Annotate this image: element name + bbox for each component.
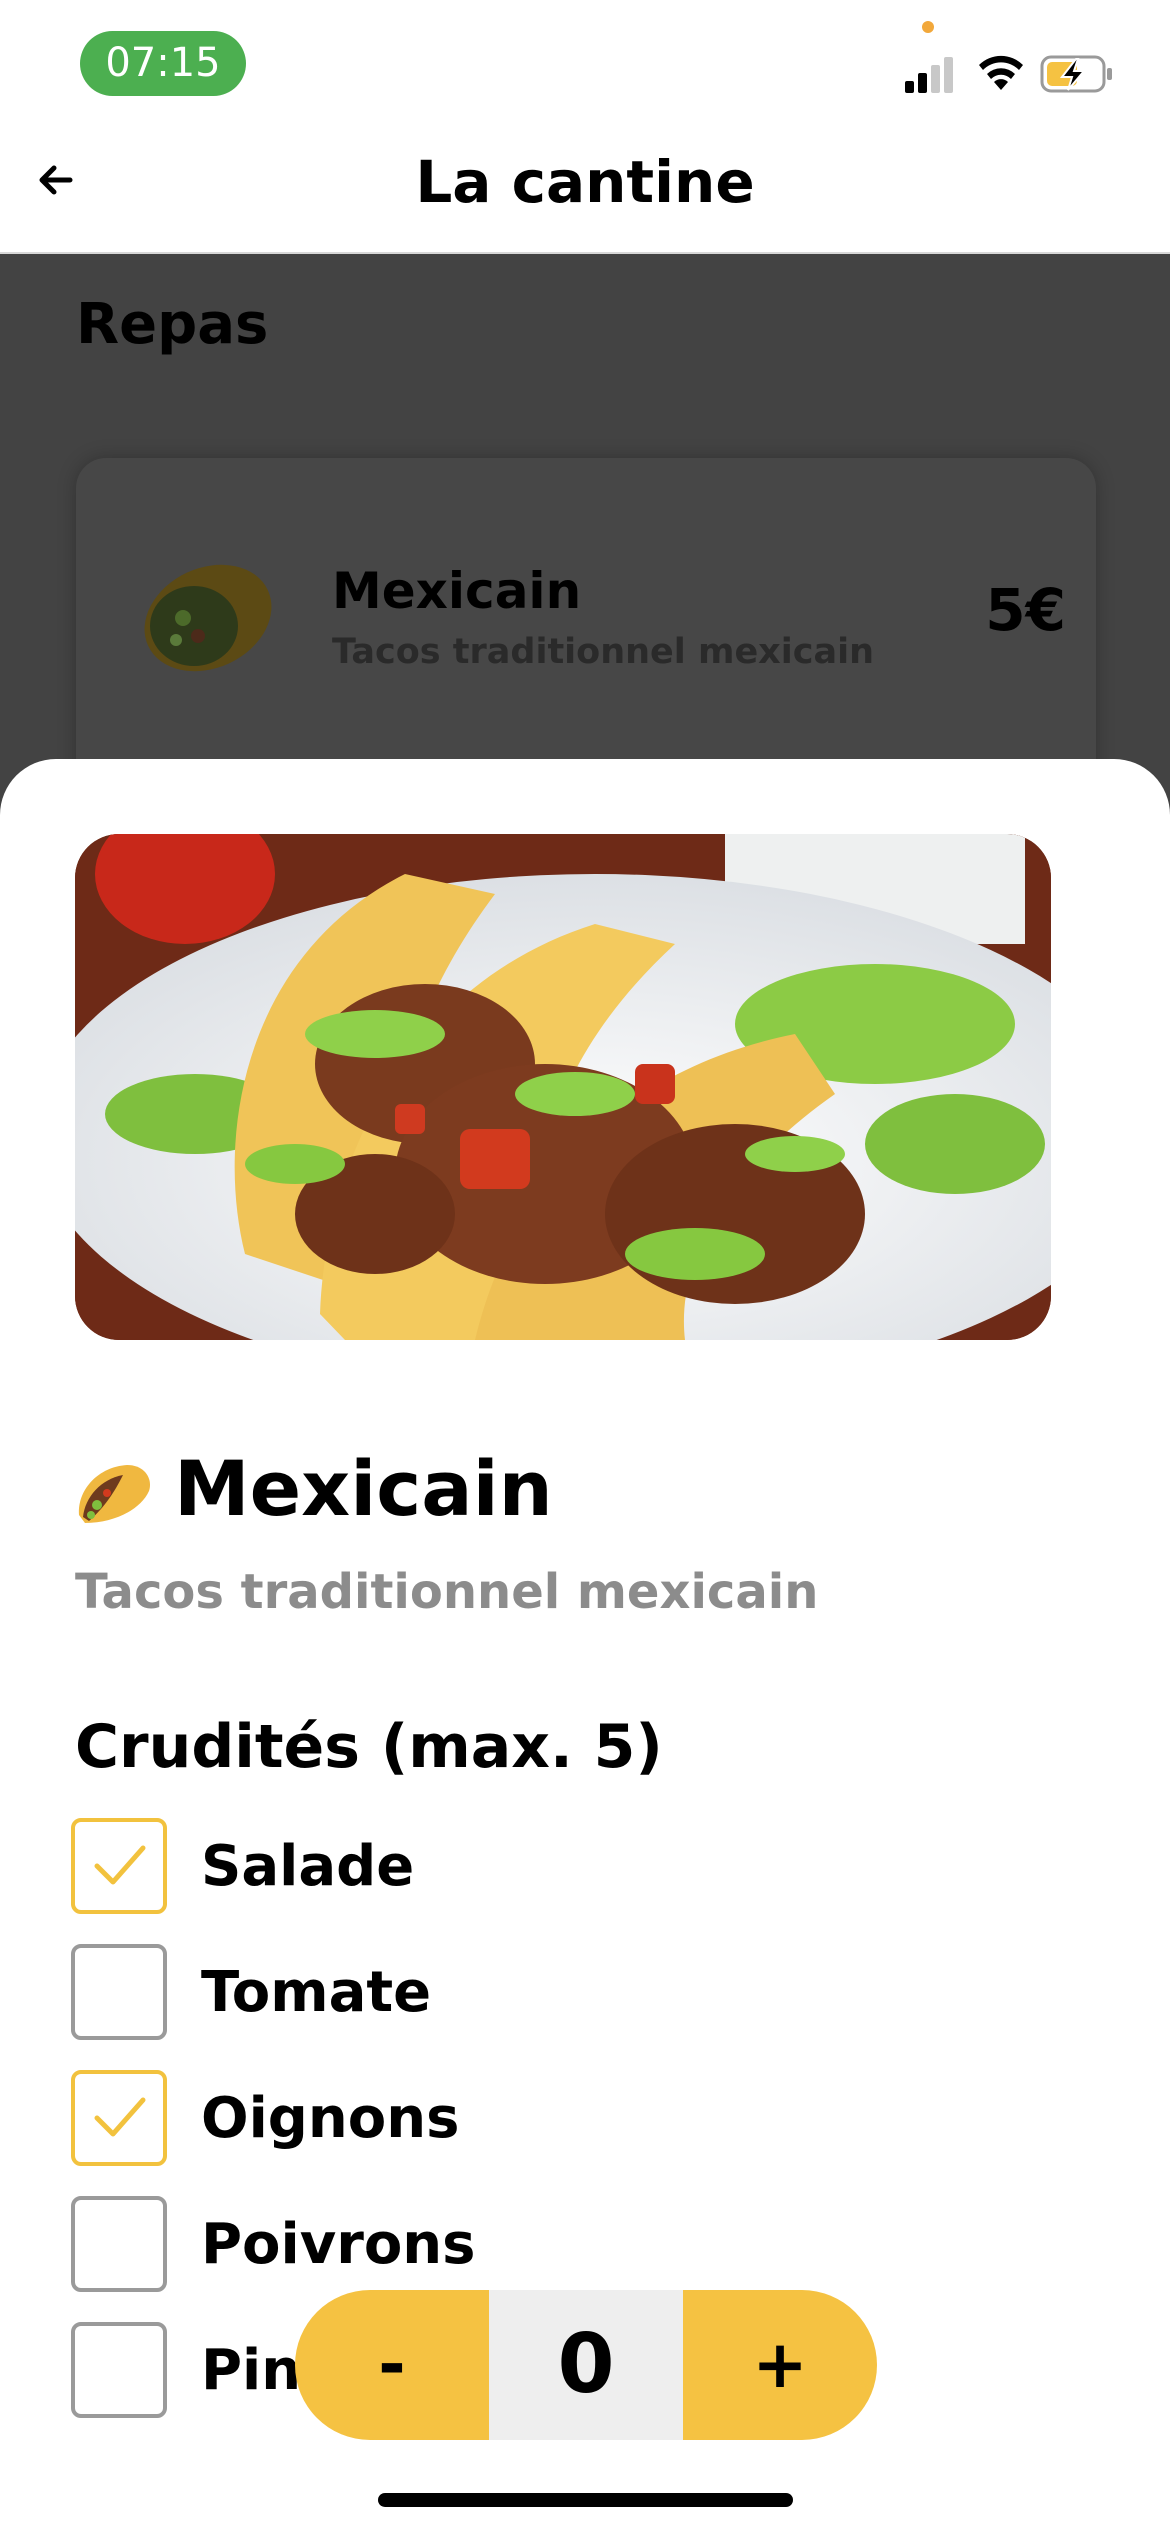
- checkmark-icon: [94, 1845, 146, 1885]
- product-description: Tacos traditionnel mexicain: [75, 1564, 819, 1620]
- quantity-value: 0: [489, 2290, 683, 2440]
- quantity-stepper: - 0 +: [295, 2290, 877, 2440]
- option-tomate[interactable]: Tomate: [71, 1944, 771, 2044]
- taco-icon: [78, 1465, 151, 1523]
- meal-description: Tacos traditionnel mexicain: [332, 632, 875, 672]
- status-bar: 07:15: [0, 0, 1170, 120]
- product-bottom-sheet: Mexicain Tacos traditionnel mexicain Cru…: [0, 759, 1170, 2532]
- privacy-indicator-dot: [922, 21, 934, 33]
- wifi-icon: [979, 55, 1023, 90]
- option-label: Oignons: [201, 2086, 460, 2151]
- decrement-button[interactable]: -: [295, 2290, 489, 2440]
- home-indicator[interactable]: [378, 2493, 793, 2507]
- option-group-title: Crudités (max. 5): [75, 1712, 663, 1782]
- battery-charging-icon: [1040, 55, 1112, 93]
- option-label: Pin: [201, 2338, 302, 2403]
- section-title: Repas: [76, 292, 269, 357]
- product-title: Mexicain: [174, 1444, 553, 1533]
- checkbox-tomate[interactable]: [71, 1944, 167, 2040]
- option-salade[interactable]: Salade: [71, 1818, 771, 1918]
- checkbox-oignons[interactable]: [71, 2070, 167, 2166]
- checkbox-pin[interactable]: [71, 2322, 167, 2418]
- checkmark-icon: [94, 2097, 146, 2137]
- increment-button[interactable]: +: [683, 2290, 877, 2440]
- product-photo: [75, 834, 1051, 1340]
- option-label: Poivrons: [201, 2212, 476, 2277]
- option-poivrons[interactable]: Poivrons: [71, 2196, 771, 2296]
- option-label: Tomate: [201, 1960, 432, 2025]
- option-label: Salade: [201, 1834, 415, 1899]
- page-title: La cantine: [415, 148, 755, 216]
- checkbox-poivrons[interactable]: [71, 2196, 167, 2292]
- checkbox-salade[interactable]: [71, 1818, 167, 1914]
- status-time: 07:15: [80, 31, 246, 96]
- meal-price: 5€: [985, 576, 1066, 644]
- taco-thumbnail: [144, 564, 272, 672]
- option-oignons[interactable]: Oignons: [71, 2070, 771, 2170]
- meal-name: Mexicain: [332, 562, 582, 620]
- nav-bar: La cantine: [0, 120, 1170, 254]
- signal-icon: [905, 55, 955, 93]
